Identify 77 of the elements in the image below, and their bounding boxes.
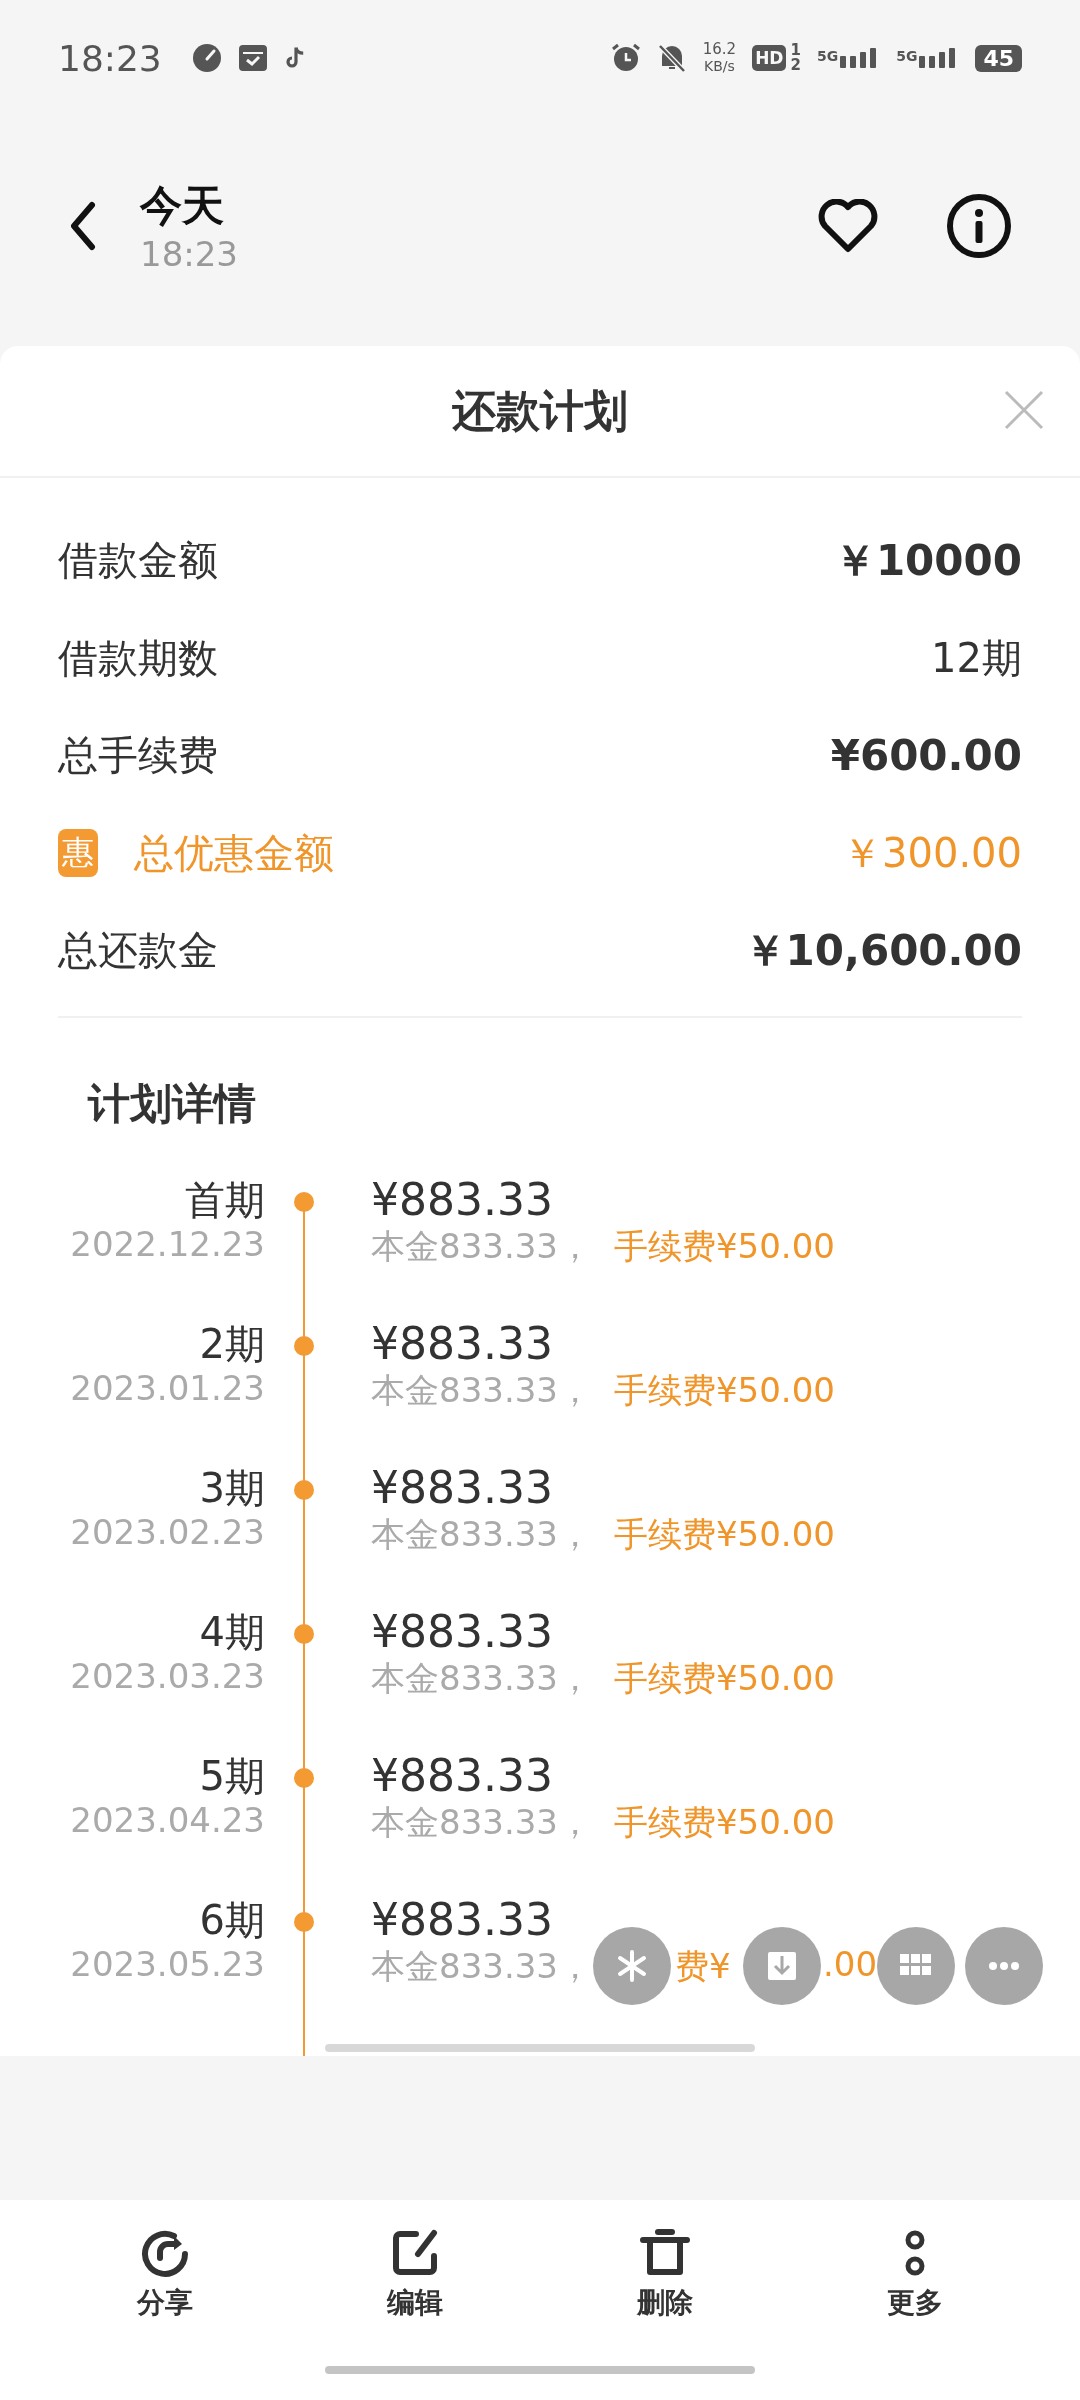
installment-amount: ¥883.33 — [371, 1175, 554, 1224]
battery-indicator: 45 — [975, 44, 1022, 72]
fee-text: 手续费¥50.00 — [613, 1368, 835, 1412]
installment-amount: ¥883.33 — [371, 1895, 554, 1944]
info-icon[interactable] — [946, 193, 1012, 259]
network-type: 5G — [816, 48, 839, 64]
summary-value: ￥10000 — [833, 534, 1022, 587]
timeline-dot — [294, 1191, 314, 1212]
sim-label: 1 — [790, 43, 801, 58]
header-time: 18:23 — [140, 234, 238, 274]
period-label: 4期 — [199, 1607, 265, 1656]
period-label: 首期 — [185, 1175, 265, 1224]
sim-label: 2 — [790, 58, 801, 73]
due-date: 2023.03.23 — [70, 1655, 265, 1696]
due-date: 2023.02.23 — [70, 1511, 265, 1552]
timeline-dot — [294, 1767, 314, 1788]
period-label: 3期 — [199, 1463, 265, 1512]
due-date: 2023.01.23 — [70, 1367, 265, 1408]
period-label: 5期 — [199, 1751, 265, 1800]
timeline-dot — [294, 1335, 314, 1356]
share-icon — [140, 2228, 190, 2278]
principal-text: 本金833.33， — [371, 1368, 592, 1412]
summary-label: 总手续费 — [58, 731, 218, 781]
header-title: 今天 — [140, 180, 225, 232]
discount-badge: 惠 — [58, 829, 98, 878]
toolbar-button[interactable]: 更多 — [845, 2227, 985, 2323]
timeline-dot — [294, 1479, 314, 1500]
toolbar-button[interactable]: 删除 — [595, 2227, 735, 2323]
principal-text: 本金833.33， — [371, 1656, 592, 1700]
principal-text: 本金833.33， — [371, 1944, 592, 1988]
muted-bell-icon — [656, 43, 687, 73]
principal-text: 本金833.33， — [371, 1800, 592, 1844]
fee-text: 手续费¥50.00 — [613, 1512, 835, 1556]
principal-text: 本金833.33， — [371, 1512, 592, 1556]
summary-value: ￥300.00 — [842, 828, 1022, 878]
sheet-title: 还款计划 — [452, 383, 628, 438]
summary-value: ￥10,600.00 — [743, 924, 1022, 977]
speed-unit: KB/s — [704, 58, 735, 75]
hd-badge: HD — [752, 45, 787, 71]
close-icon[interactable] — [1004, 390, 1044, 430]
due-date: 2023.04.23 — [70, 1799, 265, 1840]
summary-label: 借款金额 — [58, 536, 218, 586]
summary-value: 12期 — [931, 633, 1022, 683]
toolbar-button[interactable]: 分享 — [95, 2227, 235, 2323]
installment-amount: ¥883.33 — [371, 1319, 554, 1368]
period-label: 2期 — [199, 1319, 265, 1368]
alarm-icon — [610, 43, 641, 73]
installment-amount: ¥883.33 — [371, 1463, 554, 1512]
summary-label: 总优惠金额 — [134, 828, 334, 878]
summary-label: 借款期数 — [58, 633, 218, 683]
timeline-dot — [294, 1623, 314, 1644]
installment-amount: ¥883.33 — [371, 1751, 554, 1800]
speedometer-icon — [191, 43, 222, 73]
back-icon[interactable] — [68, 201, 98, 251]
due-date: 2022.12.23 — [70, 1223, 265, 1264]
fee-text: 手续费¥50.00 — [613, 1224, 835, 1268]
summary-label: 总还款金 — [58, 926, 218, 976]
edit-icon — [390, 2228, 440, 2278]
calendar-check-icon — [237, 43, 268, 73]
fee-text: 费¥ — [675, 1944, 731, 1988]
due-date: 2023.05.23 — [70, 1943, 265, 1984]
toolbar-button[interactable]: 编辑 — [345, 2227, 485, 2323]
principal-text: 本金833.33， — [371, 1224, 592, 1268]
status-time: 18:23 — [58, 37, 162, 79]
timeline-dot — [294, 1911, 314, 1932]
network-type: 5G — [896, 48, 918, 64]
summary-value: ¥600.00 — [830, 731, 1022, 781]
section-title: 计划详情 — [86, 1077, 257, 1130]
fee-text: .00 — [823, 1943, 878, 1984]
more-icon — [988, 1961, 1020, 1971]
heart-icon[interactable] — [818, 199, 878, 253]
network-speed: 16.2 — [702, 41, 737, 58]
trash-icon — [640, 2228, 690, 2278]
period-label: 6期 — [199, 1895, 265, 1944]
fee-text: 手续费¥50.00 — [613, 1800, 835, 1844]
installment-amount: ¥883.33 — [371, 1607, 554, 1656]
fee-text: 手续费¥50.00 — [613, 1656, 835, 1700]
